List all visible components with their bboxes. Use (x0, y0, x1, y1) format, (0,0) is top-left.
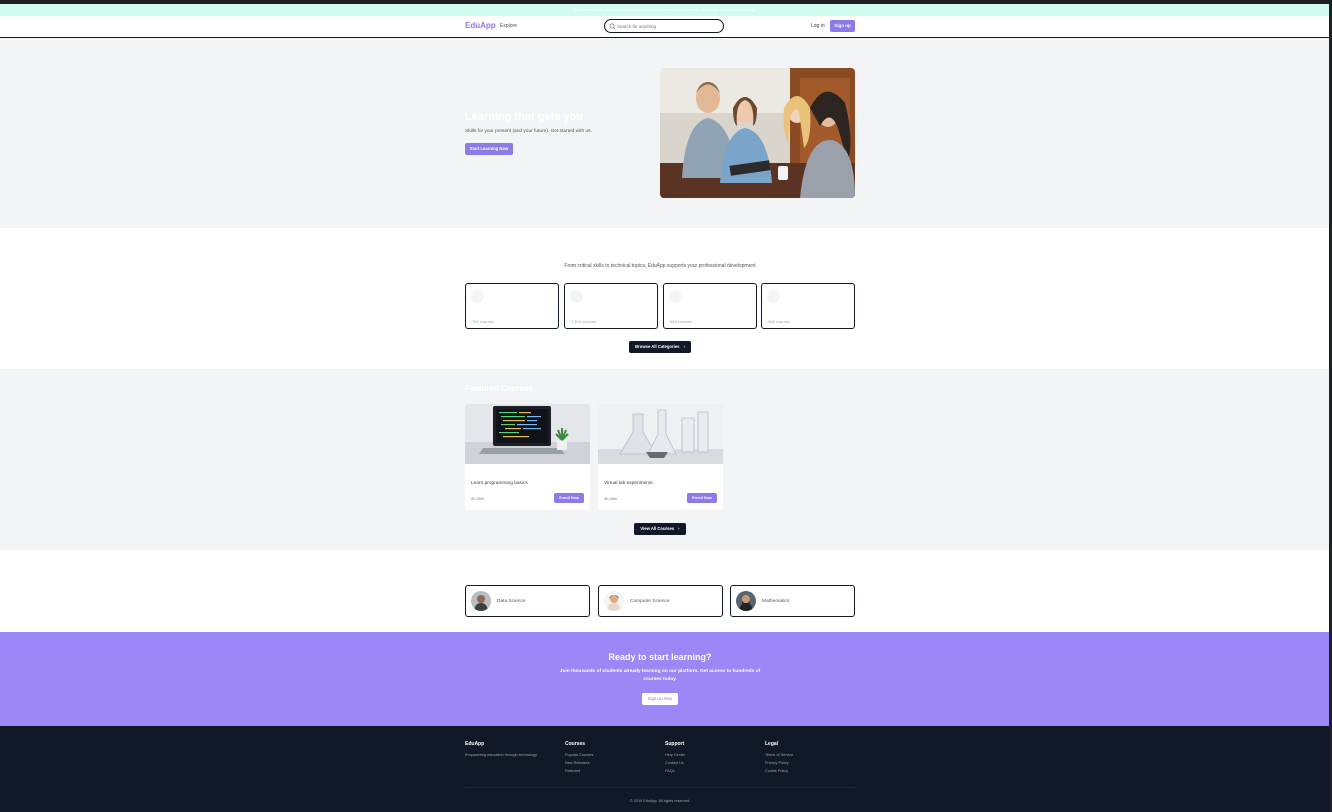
footer-link[interactable]: Contact Us (665, 761, 685, 765)
enroll-button[interactable]: Enroll Now (554, 493, 584, 503)
cta-section: Ready to start learning? Join thousands … (0, 632, 1329, 726)
instructor-name: Mathematics (762, 599, 790, 604)
category-card[interactable]: 1,104 courses (564, 283, 658, 329)
instructor-name: Computer Science (630, 599, 670, 604)
avatar (471, 591, 491, 611)
category-icon (767, 290, 780, 303)
login-link[interactable]: Log in (811, 23, 825, 29)
footer-support-column: Support Help Center Contact Us FAQs (665, 741, 685, 777)
footer-heading: Courses (565, 741, 586, 747)
category-count: 1,104 courses (571, 319, 597, 324)
cta-title: Ready to start learning? (608, 652, 712, 662)
footer-link[interactable]: New Releases (565, 761, 593, 765)
chevron-right-icon: › (678, 526, 680, 531)
course-card[interactable]: Learn programming basics 2h 30m Enroll N… (465, 404, 590, 510)
footer-link[interactable]: Cookie Policy (765, 769, 793, 773)
window-frame-top (0, 0, 1332, 4)
enroll-button[interactable]: Enroll Now (687, 493, 717, 503)
instructor-card[interactable]: Data Science (465, 585, 590, 617)
category-count: 986 courses (768, 319, 790, 324)
start-learning-button[interactable]: Start Learning Now (465, 143, 513, 155)
featured-title: Featured Courses (465, 384, 534, 393)
footer-courses-column: Courses Popular Courses New Releases Fea… (565, 741, 593, 777)
cta-signup-button[interactable]: Sign Up Now (642, 693, 678, 705)
categories-intro: From critical skills to technical topics… (564, 263, 756, 269)
logo[interactable]: EduApp (465, 21, 496, 30)
category-icon (669, 290, 682, 303)
footer-link[interactable]: Terms of Service (765, 753, 793, 757)
footer-heading: Support (665, 741, 685, 747)
search-icon (609, 23, 616, 30)
hero-title: Learning that gets you (465, 111, 583, 123)
course-image (598, 404, 723, 464)
course-duration: 2h 30m (471, 496, 485, 501)
search-input[interactable] (617, 20, 717, 32)
view-all-courses-label: View All Courses (640, 526, 675, 531)
category-count: 783 courses (472, 319, 494, 324)
footer-legal-column: Legal Terms of Service Privacy Policy Co… (765, 741, 793, 777)
course-image (465, 404, 590, 464)
instructors-section: Data Science Computer Science Mathematic… (0, 550, 1329, 632)
signup-button[interactable]: Sign up (830, 20, 855, 32)
footer-link[interactable]: Popular Courses (565, 753, 593, 757)
cta-subtitle: Join thousands of students already learn… (559, 669, 761, 682)
hero-section: Learning that gets you Skills for your p… (0, 38, 1329, 228)
featured-courses-section: Featured Courses Learn programming basic… (0, 369, 1329, 550)
hero-image (660, 68, 855, 198)
footer-link[interactable]: Featured (565, 769, 593, 773)
category-icon (570, 290, 583, 303)
browse-categories-label: Browse All Categories (635, 344, 680, 349)
footer-tagline: Empowering education through technology (465, 753, 537, 757)
top-navbar: EduApp Explore Log in Sign up (0, 16, 1329, 38)
footer-brand-column: EduApp Empowering education through tech… (465, 741, 537, 757)
instructor-card[interactable]: Computer Science (598, 585, 723, 617)
footer-brand: EduApp (465, 741, 485, 747)
browse-categories-button[interactable]: Browse All Categories › (629, 341, 691, 353)
instructor-card[interactable]: Mathematics (730, 585, 855, 617)
footer-copyright: © 2019 EduApp. All rights reserved. (629, 799, 691, 803)
course-duration: 3h 45m (604, 496, 618, 501)
category-card[interactable]: 563 courses (663, 283, 757, 329)
chevron-right-icon: › (683, 344, 685, 349)
avatar (604, 591, 624, 611)
search-bar[interactable] (604, 19, 724, 33)
explore-link[interactable]: Explore (500, 23, 517, 29)
category-icon (471, 290, 484, 303)
footer-link[interactable]: Privacy Policy (765, 761, 793, 765)
announcement-banner: Get started with EduApp today! New cours… (0, 4, 1329, 16)
view-all-courses-button[interactable]: View All Courses › (634, 523, 686, 535)
page: Get started with EduApp today! New cours… (0, 0, 1329, 812)
footer-link[interactable]: Help Center (665, 753, 685, 757)
avatar (736, 591, 756, 611)
footer-link[interactable]: FAQs (665, 769, 685, 773)
course-title: Virtual lab experiments (604, 481, 653, 486)
footer-divider (465, 787, 855, 788)
course-card[interactable]: Virtual lab experiments 3h 45m Enroll No… (598, 404, 723, 510)
hero-subtitle: Skills for your present (and your future… (465, 129, 592, 134)
course-title: Learn programming basics (471, 481, 528, 486)
categories-section: From critical skills to technical topics… (0, 228, 1329, 369)
instructor-name: Data Science (497, 599, 526, 604)
category-card[interactable]: 986 courses (761, 283, 855, 329)
category-card[interactable]: 783 courses (465, 283, 559, 329)
footer: EduApp Empowering education through tech… (0, 726, 1329, 812)
footer-heading: Legal (765, 741, 779, 747)
category-count: 563 courses (670, 319, 692, 324)
